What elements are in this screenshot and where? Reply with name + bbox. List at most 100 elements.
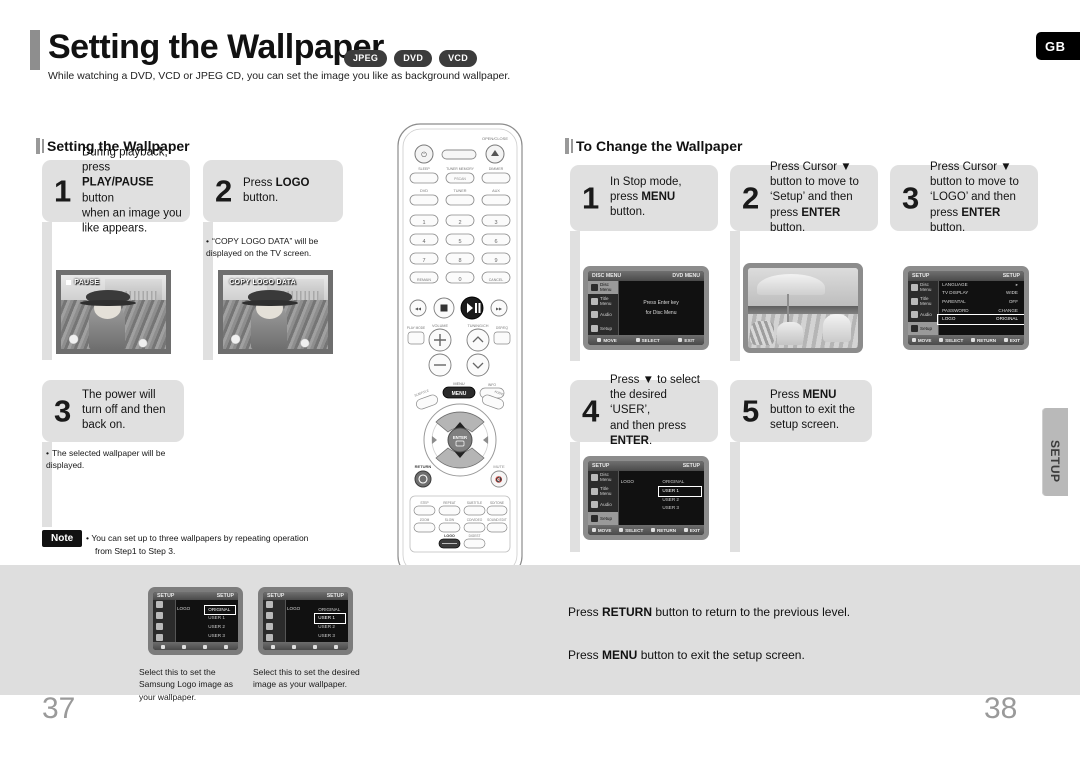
osd-b1-title-right: SETUP	[216, 592, 234, 599]
tip-menu-post: button to exit the setup screen.	[637, 648, 805, 662]
osd3-sidebar-item-0[interactable]: Disc Menu	[588, 471, 618, 485]
disc-menu-icon-b1	[156, 601, 163, 609]
svg-text:INFO: INFO	[488, 383, 496, 387]
osd2-footer-2: RETURN	[970, 338, 996, 343]
osd-screen-3-inner: SETUP SETUP Disc Menu Title Menu Audio S…	[588, 461, 704, 535]
osd2-row-0[interactable]: LANGUAGE ▸	[938, 281, 1024, 290]
key-icon-b2-1	[291, 644, 296, 649]
osd-b1-option-2[interactable]: USER 2	[205, 623, 235, 632]
osd-b1-footer	[153, 642, 238, 650]
osd3-option-3[interactable]: USER 3	[659, 504, 700, 513]
right-step-2-line4-post: button.	[770, 221, 806, 234]
osd-b2-sidebar-item-2[interactable]	[263, 621, 285, 632]
key-icon-4	[911, 338, 916, 343]
osd3-option-0[interactable]: ORIGINAL	[659, 478, 700, 487]
remote-control-illustration: ⏻ OPEN/CLOSE SLEEP TUNER MEMORY PSCAN DI…	[396, 122, 524, 580]
osd2-row-1[interactable]: TV DISPLAY WIDE	[938, 289, 1024, 298]
osd1-footer: MOVE SELECT EXIT	[588, 335, 704, 345]
osd-b2-body: LOGO ORIGINAL USER 1 USER 2 USER 3	[285, 600, 348, 643]
beach-chair-left	[776, 322, 803, 345]
osd-b2-option-0[interactable]: ORIGINAL	[315, 606, 345, 615]
osd-b1-option-0[interactable]: ORIGINAL	[204, 604, 237, 616]
osd3-footer-0: MOVE	[591, 527, 612, 533]
osd-b2-sidebar-item-3[interactable]	[263, 632, 285, 643]
right-step-2-line3: ‘Setup’ and then	[770, 191, 853, 204]
osd3-sidebar-label-2: Audio	[600, 502, 612, 508]
osd2-row-3[interactable]: PASSWORD CHANGE	[938, 307, 1024, 316]
beach-illustration	[748, 268, 858, 348]
osd1-sidebar-item-3[interactable]: Setup	[588, 322, 618, 336]
caption-user-line2: image as your wallpaper.	[253, 679, 348, 690]
osd1-footer-1: SELECT	[635, 337, 660, 343]
osd1-sidebar-item-2[interactable]: Audio	[588, 308, 618, 322]
right-step-2-line1: Press Cursor ▼	[770, 161, 852, 174]
left-step-2: 2 Press LOGO button.	[203, 160, 343, 222]
osd2-row-1-value: WIDE	[1006, 290, 1018, 296]
svg-text:PSCAN: PSCAN	[454, 177, 466, 181]
osd-b1-option-3[interactable]: USER 3	[205, 632, 235, 641]
osd3-field-label: LOGO	[620, 478, 634, 484]
osd-b2-footer-key-0	[270, 644, 277, 649]
osd3-body: LOGO ORIGINAL USER 1 USER 2 USER 3	[618, 471, 704, 526]
svg-text:◂◂: ◂◂	[415, 307, 421, 313]
osd3-option-2[interactable]: USER 2	[659, 496, 700, 505]
svg-text:▸▸: ▸▸	[496, 307, 502, 313]
right-step-5-line1-bold: MENU	[802, 389, 837, 402]
osd3-footer-label-3: EXIT	[689, 527, 701, 533]
osd3-footer-1: SELECT	[619, 528, 643, 533]
osd2-row-2-label: PARENTAL	[942, 299, 966, 305]
left-step-1: 1 During playback, press PLAY/PAUSE butt…	[42, 146, 190, 234]
osd1-sidebar-item-0[interactable]: Disc Menu	[588, 280, 619, 295]
beach-bush	[750, 320, 775, 345]
right-step-2-number: 2	[742, 180, 760, 216]
osd2-sidebar-item-2[interactable]: Audio	[908, 308, 938, 322]
osd1-sidebar: Disc Menu Title Menu Audio Setup	[588, 280, 620, 336]
osd1-footer-label-1: SELECT	[641, 337, 660, 343]
right-step-5-number: 5	[742, 393, 760, 429]
osd2-row-2[interactable]: PARENTAL OFF	[938, 298, 1024, 307]
osd-b2-option-1[interactable]: USER 1	[314, 613, 347, 624]
osd-b1-sidebar-item-3[interactable]	[153, 632, 175, 643]
osd3-sidebar-item-2[interactable]: Audio	[588, 498, 618, 512]
osd3-footer-label-0: MOVE	[597, 527, 612, 533]
osd3-footer-label-1: SELECT	[625, 527, 644, 533]
osd2-row-3-label: PASSWORD	[942, 307, 969, 313]
osd-b2-option-list: ORIGINAL USER 1 USER 2 USER 3	[314, 606, 347, 641]
osd1-sidebar-label-2: Audio	[600, 312, 612, 318]
osd-b2-sidebar-item-1[interactable]	[263, 610, 285, 621]
osd2-sidebar-item-0[interactable]: Disc Menu	[908, 281, 938, 295]
right-step-4-line3: and then press	[610, 419, 687, 432]
osd3-sidebar-item-3[interactable]: Setup	[588, 511, 619, 526]
osd1-sidebar-label-0: Disc Menu	[600, 282, 612, 293]
tip-return-bold: RETURN	[602, 605, 653, 619]
osd-screen-disc-menu: DISC MENU DVD MENU Disc Menu Title Menu …	[583, 266, 709, 350]
osd2-sidebar-label-3: Setup	[920, 326, 933, 332]
right-step-5-line3: setup screen.	[770, 419, 840, 432]
osd2-sidebar-item-1[interactable]: Title Menu	[908, 294, 938, 308]
osd1-sidebar-item-1[interactable]: Title Menu	[588, 294, 618, 308]
left-step-3-line3: back on.	[82, 419, 126, 432]
svg-text:MENU: MENU	[452, 391, 467, 397]
osd-b1-sidebar-item-1[interactable]	[153, 610, 175, 621]
osd-b1-inner: SETUP SETUP LOGO ORIGINAL USER 1 USER 2 …	[153, 592, 238, 650]
osd-b1-sidebar-item-2[interactable]	[153, 621, 175, 632]
osd-b2-option-2[interactable]: USER 2	[315, 623, 345, 632]
region-tab-label: GB	[1045, 38, 1066, 54]
osd3-sidebar-item-1[interactable]: Title Menu	[588, 484, 618, 498]
osd-b2-sidebar-item-0[interactable]	[263, 600, 285, 611]
page-number-left: 37	[42, 692, 76, 725]
tip-menu-bold: MENU	[602, 648, 638, 662]
osd2-row-4[interactable]: LOGO ORIGINAL	[937, 314, 1024, 326]
disc-type-badges: JPEG DVD VCD	[344, 50, 478, 67]
left-step-1-line2-rest: button	[82, 192, 114, 204]
osd2-sidebar-item-3[interactable]: Setup	[908, 321, 939, 336]
osd2-footer-0: MOVE	[911, 338, 931, 343]
svg-text:0: 0	[458, 277, 461, 283]
left-step-1-number: 1	[54, 173, 72, 209]
osd-b2-option-3[interactable]: USER 3	[315, 632, 345, 641]
osd-b1-option-1[interactable]: USER 1	[205, 614, 235, 623]
badge-jpeg: JPEG	[344, 50, 388, 67]
osd-b1-sidebar-item-0[interactable]	[153, 600, 175, 611]
osd3-option-1[interactable]: USER 1	[658, 486, 702, 497]
osd2-titlebar: SETUP SETUP	[908, 271, 1024, 281]
